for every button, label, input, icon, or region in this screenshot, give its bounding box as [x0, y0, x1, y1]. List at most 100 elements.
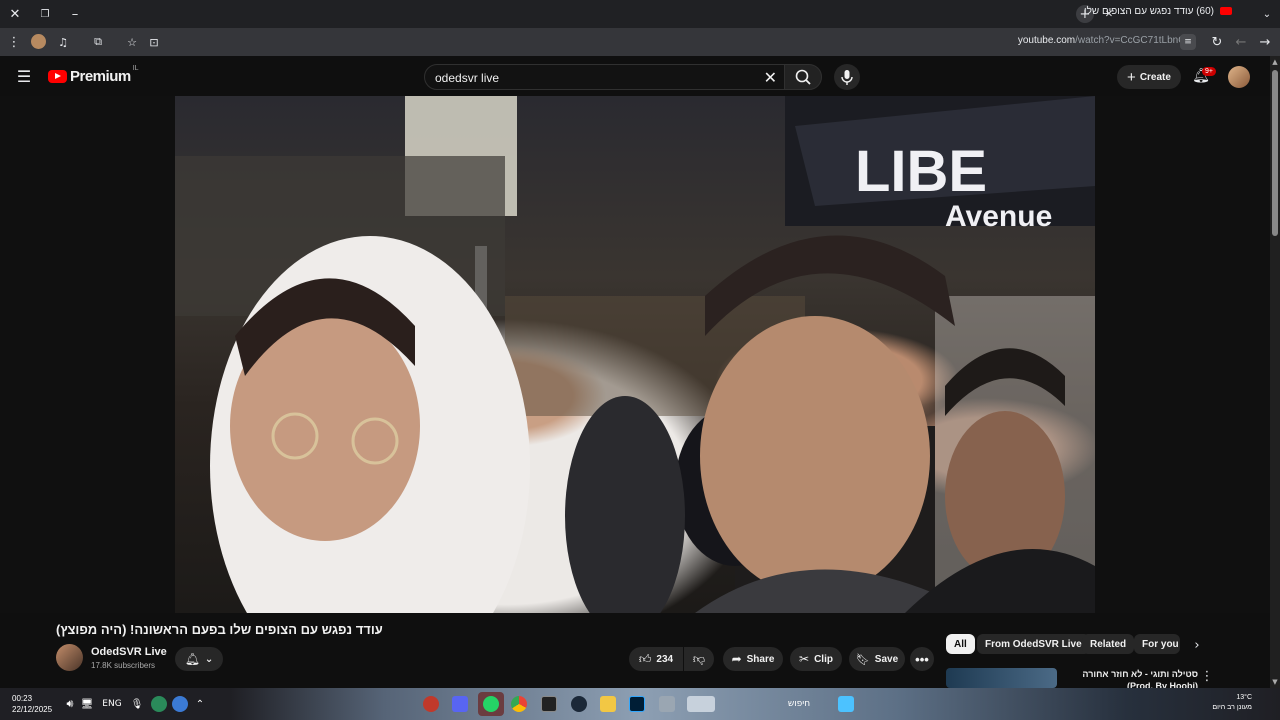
microphone-icon [841, 70, 853, 85]
taskbar-clock[interactable]: 00:23 22/12/2025 [12, 693, 52, 715]
recommended-thumbnail[interactable] [946, 668, 1057, 688]
weather-temp: 13°C [1236, 694, 1252, 701]
clear-search-icon[interactable]: ✕ [764, 68, 777, 88]
subscriber-count: 17.8K subscribers [91, 661, 156, 670]
video-scene: LIBE Avenue [175, 96, 1095, 613]
dislike-button[interactable]: 👎︎ [684, 647, 714, 671]
taskbar-search[interactable]: חיפוש [782, 696, 816, 712]
video-frame[interactable]: LIBE Avenue [175, 96, 1095, 613]
bookmark-icon: 🔖︎ [855, 652, 870, 666]
like-button[interactable]: 👍︎ 234 [629, 647, 683, 671]
search-icon [795, 69, 811, 85]
more-dots-icon: ••• [915, 651, 929, 667]
windows-taskbar: 00:23 22/12/2025 🔊︎ 🖥︎ ENG 🎙︎ ⌃ חיפוש 13… [0, 688, 1280, 720]
forward-icon[interactable]: ← [1233, 33, 1249, 51]
media-control-icon[interactable]: ♫ [55, 33, 71, 51]
whatsapp-icon-active[interactable] [478, 692, 504, 716]
create-button[interactable]: + Create [1117, 65, 1181, 89]
windows-start-icon[interactable] [838, 696, 854, 712]
install-app-icon[interactable]: ⊡ [146, 33, 162, 51]
search-input[interactable]: odedsvr live ✕ [424, 64, 786, 90]
logo-text: Premium [70, 68, 131, 85]
chip-for-you[interactable]: For you [1134, 634, 1180, 654]
save-label: Save [874, 653, 899, 665]
chip-related[interactable]: Related [1082, 634, 1135, 654]
show-hidden-icons-chevron-icon[interactable]: ⌃ [193, 696, 207, 712]
storefront-sign-text: LIBE [855, 139, 987, 204]
tab-title: (60) עודד נפגש עם הצופים שלו [1084, 6, 1214, 17]
thumbs-up-icon: 👍︎ [638, 651, 652, 666]
network-icon[interactable]: 🖥︎ [80, 696, 94, 712]
tray-app-icon[interactable] [151, 696, 167, 712]
chevron-down-icon: ⌄ [204, 653, 214, 665]
profile-icon[interactable] [31, 34, 46, 49]
chip-from-channel[interactable]: From OdedSVR Live [977, 634, 1090, 654]
search-query: odedsvr live [435, 71, 500, 85]
mic-tray-icon[interactable]: 🎙︎ [130, 696, 144, 712]
app-icon-2[interactable] [659, 696, 675, 712]
reload-icon[interactable]: ↻ [1209, 33, 1225, 51]
scroll-up-icon[interactable]: ▲ [1270, 56, 1280, 68]
clip-label: Clip [814, 653, 833, 665]
youtube-play-icon [48, 70, 67, 83]
youtube-logo[interactable]: Premium IL [48, 65, 139, 85]
subscribe-notifications-button[interactable]: 🔔︎ ⌄ [175, 647, 223, 671]
app-icon-3[interactable] [687, 696, 715, 712]
tab-search-icon[interactable]: ⌄ [1258, 5, 1276, 23]
url-path: /watch?v=CcGC71tLbnQ [1075, 35, 1186, 46]
site-settings-icon[interactable]: ≡ [1180, 34, 1196, 50]
voice-search-button[interactable] [834, 64, 860, 90]
search-button[interactable] [784, 64, 822, 90]
url-field[interactable]: youtube.com/watch?v=CcGC71tLbnQ [1018, 35, 1186, 46]
youtube-favicon-icon [1220, 7, 1232, 16]
weather-widget[interactable]: 13°C מעונן רב היום [1212, 693, 1252, 713]
url-domain: youtube.com [1017, 35, 1076, 46]
share-label: Share [746, 653, 775, 665]
chevron-right-icon[interactable]: › [1188, 636, 1206, 654]
restore-window-icon[interactable]: ❐ [36, 5, 54, 23]
thumbs-down-icon: 👎︎ [692, 651, 706, 666]
browser-tab-bar: ✕ ❐ – + ✕ (60) עודד נפגש עם הצופים שלו ⌄ [0, 0, 1280, 28]
share-button[interactable]: ➦ Share [723, 647, 783, 671]
hamburger-menu-icon[interactable]: ☰ [14, 66, 34, 86]
back-icon[interactable]: → [1257, 33, 1273, 51]
channel-name[interactable]: OdedSVR Live [91, 646, 167, 658]
volume-icon[interactable]: 🔊︎ [62, 696, 78, 712]
file-explorer-icon[interactable] [600, 696, 616, 712]
extensions-icon[interactable]: ⧉ [90, 33, 106, 51]
scroll-down-icon[interactable]: ▼ [1270, 676, 1280, 688]
chrome-icon[interactable] [511, 696, 527, 712]
discord-icon[interactable] [452, 696, 468, 712]
edge-tray-icon[interactable] [172, 696, 188, 712]
account-avatar[interactable] [1228, 66, 1250, 88]
channel-avatar[interactable] [56, 644, 83, 671]
app-icon-1[interactable] [423, 696, 439, 712]
weather-desc: מעונן רב היום [1212, 704, 1252, 711]
clip-button[interactable]: ✂ Clip [790, 647, 842, 671]
page-scrollbar[interactable]: ▲ ▼ [1270, 56, 1280, 688]
more-actions-button[interactable]: ••• [910, 647, 934, 671]
video-player[interactable]: LIBE Avenue [0, 96, 1270, 613]
scissors-icon: ✂ [799, 652, 810, 666]
plus-icon: + [1127, 68, 1136, 86]
like-count: 234 [656, 653, 674, 665]
steam-icon[interactable] [571, 696, 587, 712]
bell-icon: 🔔︎ [184, 652, 200, 666]
video-title: עודד נפגש עם הצופים שלו בפעם הראשונה! (ה… [56, 622, 383, 637]
photoshop-icon[interactable] [629, 696, 645, 712]
menu-dots-icon[interactable]: ⋮ [6, 33, 22, 51]
language-indicator[interactable]: ENG [100, 696, 124, 712]
save-button[interactable]: 🔖︎ Save [849, 647, 905, 671]
chip-all[interactable]: All [946, 634, 975, 654]
storefront-avenue-text: Avenue [945, 200, 1052, 233]
epic-games-icon[interactable] [541, 696, 557, 712]
recommended-menu-icon[interactable]: ⋮ [1200, 668, 1214, 684]
create-label: Create [1139, 71, 1171, 83]
tab-youtube[interactable]: (60) עודד נפגש עם הצופים שלו [1084, 6, 1232, 17]
close-window-icon[interactable]: ✕ [6, 5, 24, 23]
scrollbar-thumb[interactable] [1272, 70, 1278, 236]
share-arrow-icon: ➦ [731, 652, 742, 666]
minimize-window-icon[interactable]: – [66, 5, 84, 23]
address-bar: ⋮ ♫ ⧉ ☆ ⊡ youtube.com/watch?v=CcGC71tLbn… [0, 28, 1280, 56]
bookmark-star-icon[interactable]: ☆ [124, 33, 140, 51]
